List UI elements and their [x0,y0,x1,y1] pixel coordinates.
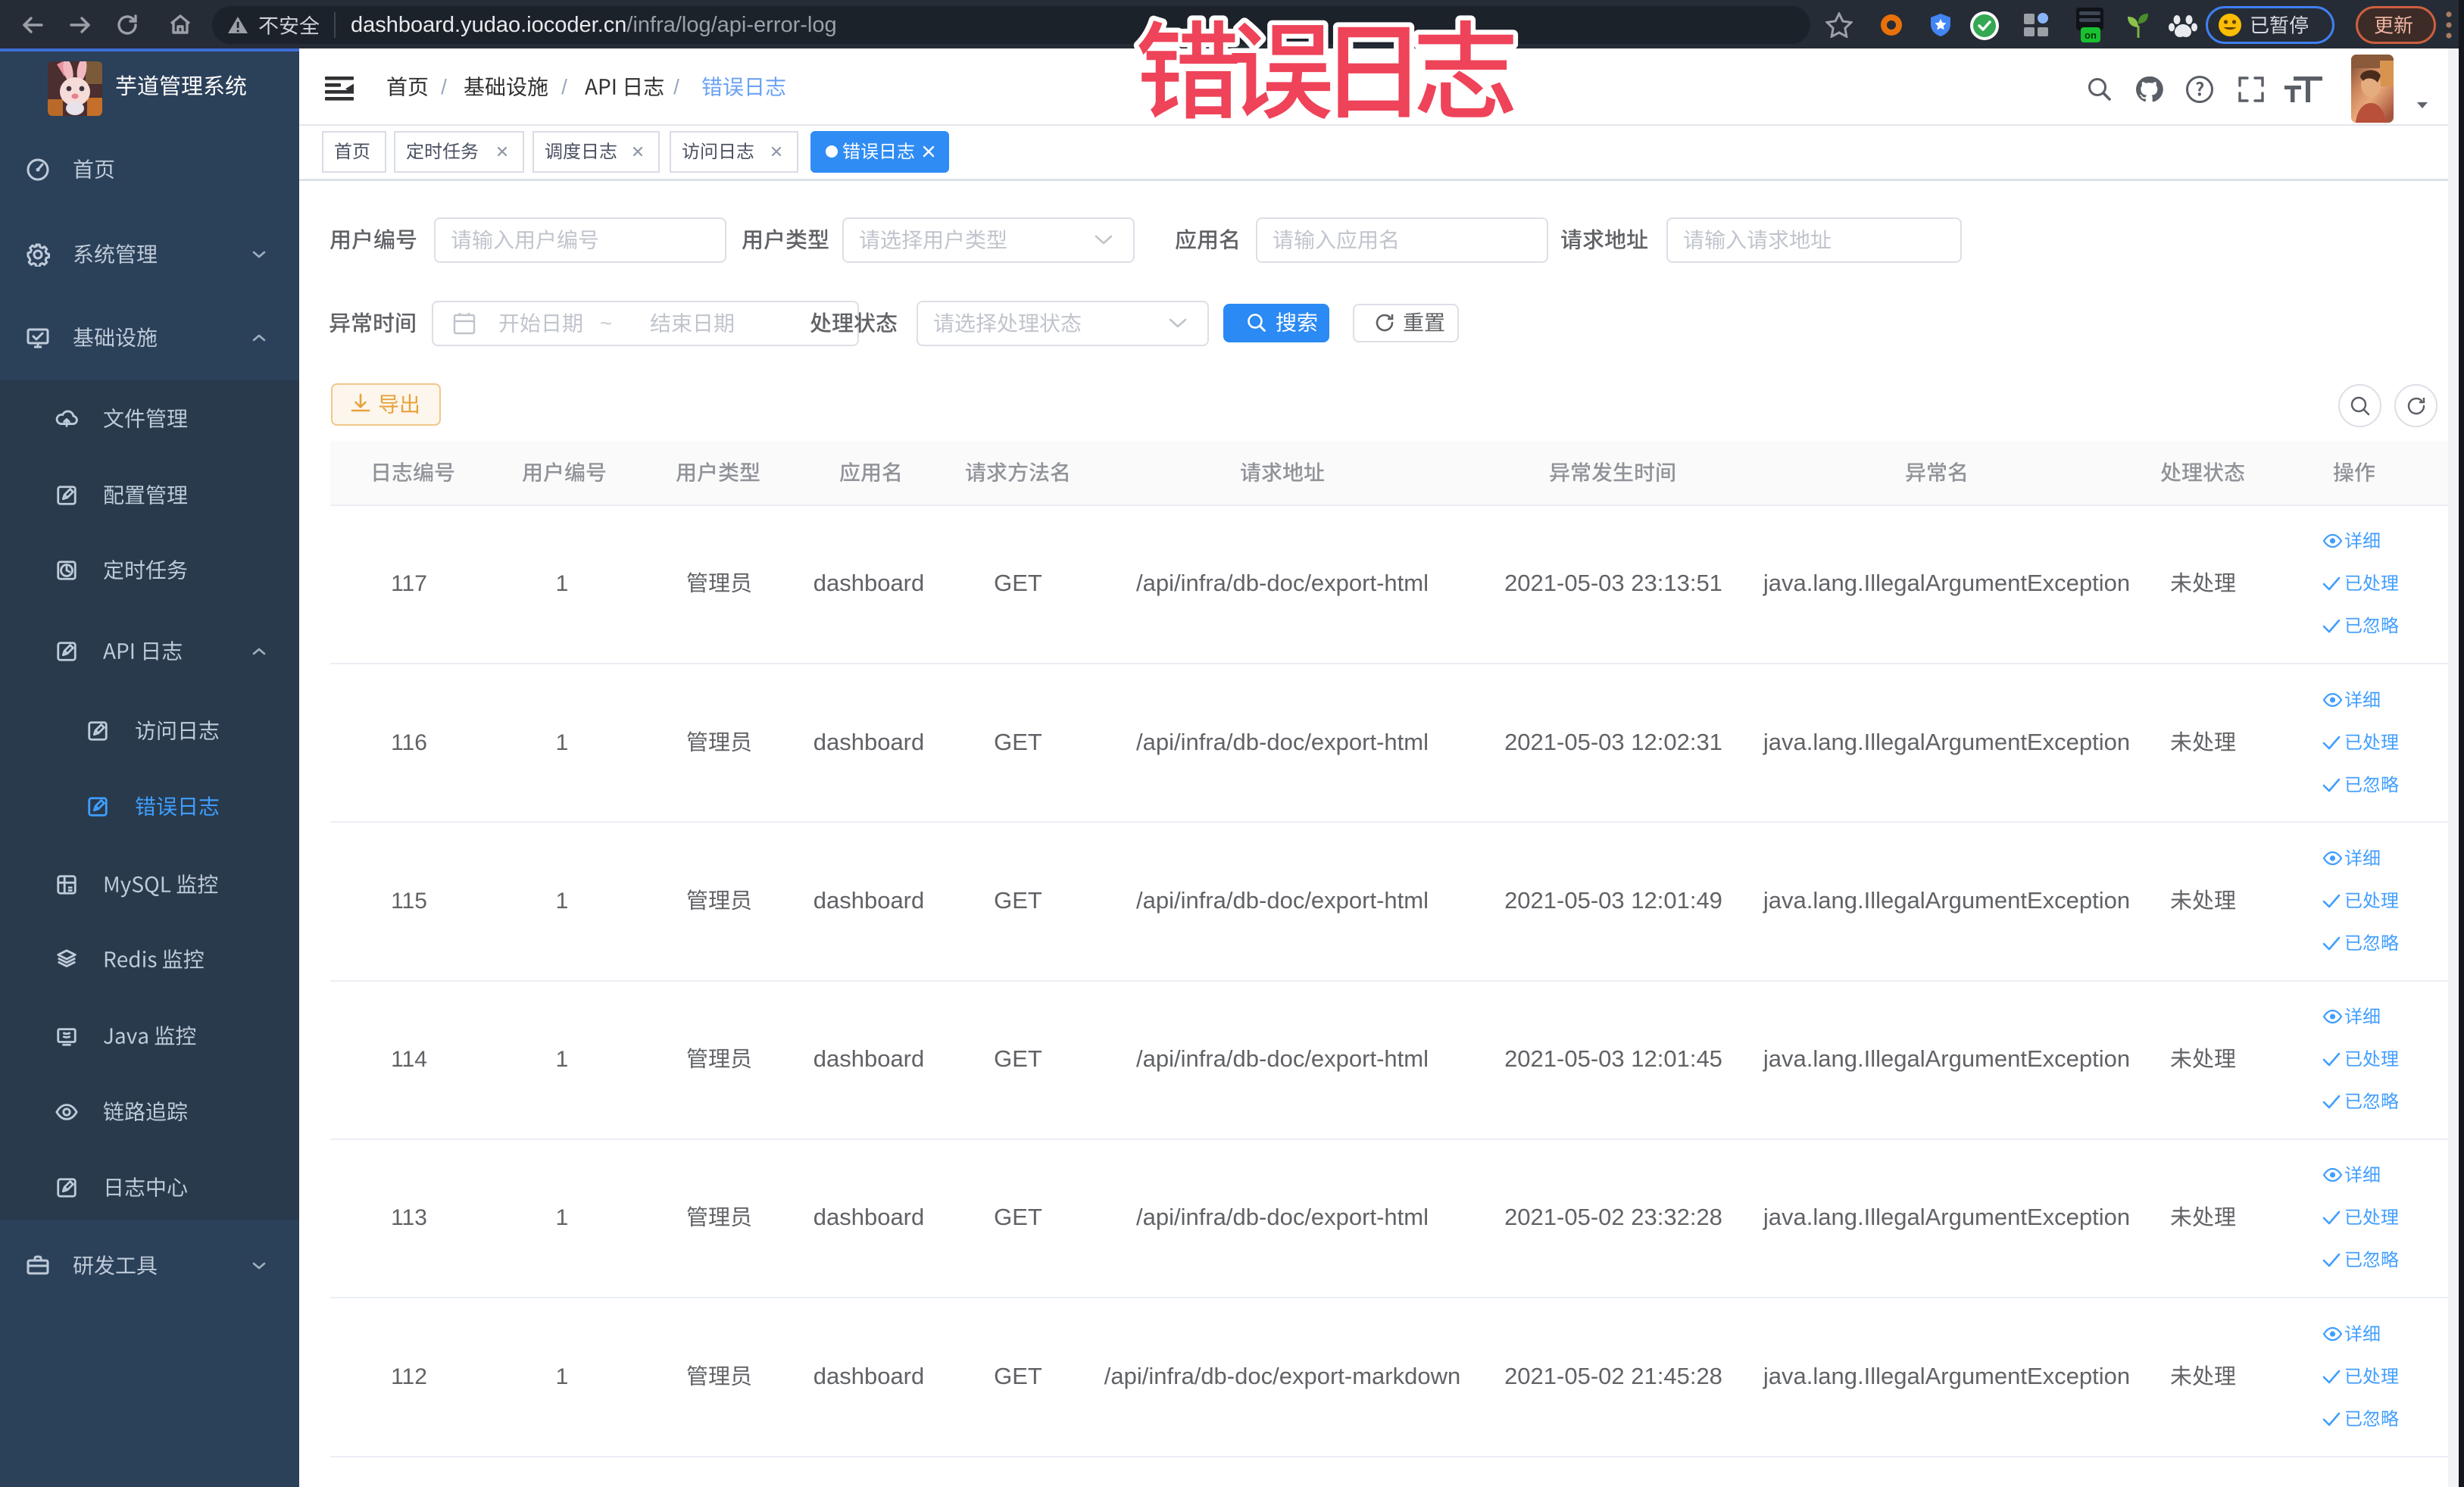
svg-text:on: on [2085,30,2097,41]
